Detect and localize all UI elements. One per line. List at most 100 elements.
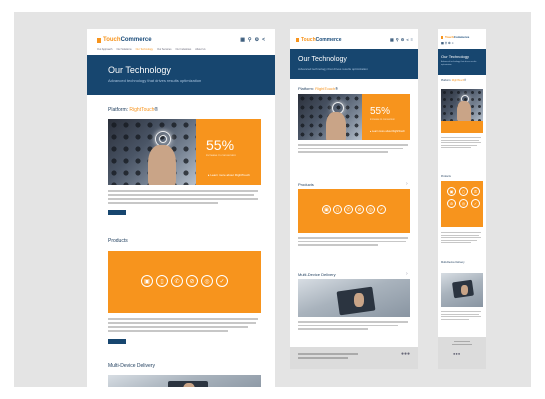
grid-icon[interactable]: ▦ (441, 41, 444, 45)
monitor-icon: ▣ (322, 205, 331, 214)
multi-device-image (441, 273, 483, 307)
compass-icon: ⊘ (186, 275, 198, 287)
platform-description (298, 144, 410, 153)
logo-mark-icon (296, 38, 299, 42)
tablet-mockup: Touch Commerce ▦ ⚲ ⚙ < ≡ Our Technology A… (290, 29, 418, 369)
platform-description (441, 137, 483, 148)
stat-value: 55% (370, 106, 391, 117)
products-read-more-button[interactable] (108, 339, 126, 344)
hero-subtitle: Advanced technology that drives results … (298, 67, 368, 71)
multi-device-description (298, 321, 410, 330)
monitor-icon: ▣ (141, 275, 153, 287)
check-icon: ✓ (377, 205, 386, 214)
monitor-icon: ▣ (447, 187, 456, 196)
site-footer: ●●● (290, 347, 418, 369)
platform-description (108, 190, 261, 204)
learn-more-link[interactable]: ▸ Learn more about RightTouch (370, 130, 405, 133)
hero-title: Our Technology (441, 54, 469, 59)
brand-logo[interactable]: Touch Commerce (97, 37, 152, 43)
hero-subtitle: Advanced technology that drives results … (441, 61, 477, 66)
stat-caption: increase in conversion (370, 118, 395, 121)
header-icons: ▦ ⚲ ⚙ < ≡ (390, 37, 413, 42)
presentation-board: Touch Commerce ▦ ⚲ ⚙ < Our Approach Our S… (14, 12, 531, 387)
brand-logo[interactable]: Touch Commerce (296, 37, 342, 43)
section-title-products: Products (108, 238, 128, 244)
logo-mark-icon (97, 37, 101, 43)
brand-logo[interactable]: Touch Commerce (441, 35, 469, 39)
share-icon[interactable]: < (406, 37, 408, 42)
multi-device-image (108, 375, 261, 387)
chevron-right-icon[interactable]: › (406, 181, 408, 187)
hero-title: Our Technology (298, 56, 347, 63)
nav-item[interactable]: About Us (195, 48, 205, 51)
grid-icon[interactable]: ▦ (390, 37, 394, 42)
mobile-icon: ▯ (156, 275, 168, 287)
hero-banner: Our Technology Advanced technology that … (87, 55, 275, 95)
header-icons: ▦ ⚲ ⚙ < (240, 37, 265, 43)
section-title-platform: Platform: RightTouch® (441, 79, 467, 82)
desktop-mockup: Touch Commerce ▦ ⚲ ⚙ < Our Approach Our S… (87, 29, 275, 387)
phone-icon: ✆ (171, 275, 183, 287)
logo-mark-icon (441, 35, 443, 39)
share-icon[interactable]: < (452, 41, 454, 45)
settings-icon[interactable]: ⚙ (255, 37, 259, 43)
phone-icon: ✆ (344, 205, 353, 214)
grid-icon[interactable]: ▦ (240, 37, 245, 43)
compass-icon: ⊘ (355, 205, 364, 214)
section-title-multi-device: Multi-Device Delivery (108, 363, 155, 369)
menu-icon[interactable]: ≡ (411, 37, 413, 42)
product-icons: ▣ ▯ ✆ ⊘ ◎ ✓ (447, 187, 480, 208)
touchscreen-hero-image (298, 94, 362, 140)
site-footer: ●●● (438, 337, 486, 369)
target-icon: ◎ (366, 205, 375, 214)
hero-banner: Our Technology Advanced technology that … (290, 49, 418, 79)
chevron-right-icon[interactable]: › (406, 271, 408, 277)
product-icons: ▣ ▯ ✆ ⊘ ◎ ✓ (108, 275, 261, 287)
settings-icon[interactable]: ⚙ (448, 41, 451, 45)
products-description (298, 237, 410, 246)
search-icon[interactable]: ⚲ (396, 37, 399, 42)
search-icon[interactable]: ⚲ (445, 41, 447, 45)
mobile-mockup: Touch Commerce ▦ ⚲ ⚙ < Our Technology Adv… (438, 29, 486, 369)
touchscreen-hero-image (108, 119, 196, 185)
settings-icon[interactable]: ⚙ (401, 37, 405, 42)
main-nav: Our Approach Our Solutions Our Technolog… (97, 48, 206, 51)
nav-item[interactable]: Our Approach (97, 48, 112, 51)
products-description (441, 232, 483, 243)
stat-panel (441, 121, 483, 133)
check-icon: ✓ (471, 199, 480, 208)
multi-device-description (441, 311, 483, 320)
share-icon[interactable]: < (262, 37, 265, 43)
hero-title: Our Technology (108, 65, 171, 75)
compass-icon: ⊘ (447, 199, 456, 208)
social-icons[interactable]: ●●● (401, 351, 410, 357)
product-icons: ▣ ▯ ✆ ⊘ ◎ ✓ (298, 205, 410, 214)
stat-value: 55% (206, 137, 235, 153)
products-description (108, 318, 261, 332)
phone-icon: ✆ (471, 187, 480, 196)
section-title-multi-device: Multi-Device Delivery (298, 272, 336, 277)
mobile-icon: ▯ (333, 205, 342, 214)
platform-feature: 55% increase in conversion ▸ Learn more … (108, 119, 261, 185)
nav-item[interactable]: Our Services (157, 48, 171, 51)
search-icon[interactable]: ⚲ (248, 37, 252, 43)
section-title-products: Products (298, 182, 314, 187)
products-banner: ▣ ▯ ✆ ⊘ ◎ ✓ (108, 251, 261, 313)
mobile-icon: ▯ (459, 187, 468, 196)
nav-item-active[interactable]: Our Technology (136, 48, 153, 51)
section-title-products: Products (441, 175, 451, 178)
read-more-button[interactable] (108, 210, 126, 215)
learn-more-link[interactable]: ▸ Learn more about RightTouch (208, 173, 250, 177)
products-banner: ▣ ▯ ✆ ⊘ ◎ ✓ (298, 189, 410, 233)
social-icons[interactable]: ●●● (453, 351, 460, 356)
header-icons: ▦ ⚲ ⚙ < (441, 41, 454, 45)
stat-caption: increase in conversion (206, 153, 236, 157)
products-banner: ▣ ▯ ✆ ⊘ ◎ ✓ (441, 181, 483, 227)
stat-panel: 55% increase in conversion ▸ Learn more … (362, 94, 410, 140)
target-icon: ◎ (201, 275, 213, 287)
nav-item[interactable]: Our Industries (176, 48, 192, 51)
target-icon: ◎ (459, 199, 468, 208)
nav-item[interactable]: Our Solutions (116, 48, 131, 51)
multi-device-image (298, 279, 410, 317)
hero-banner: Our Technology Advanced technology that … (438, 49, 486, 75)
